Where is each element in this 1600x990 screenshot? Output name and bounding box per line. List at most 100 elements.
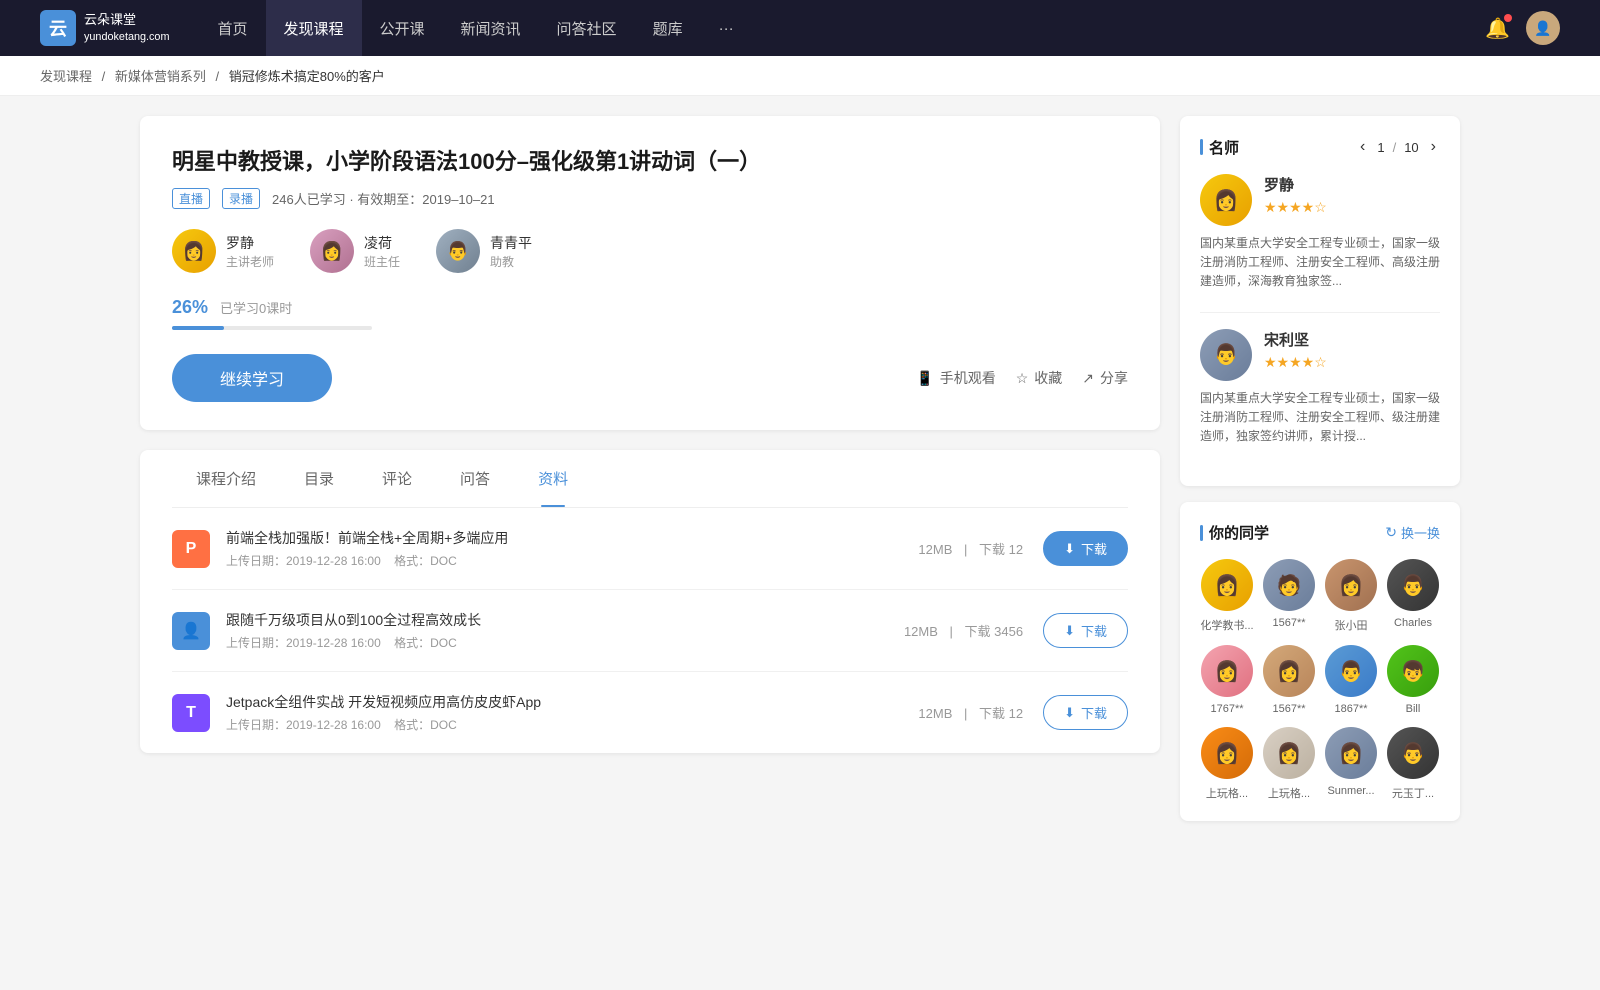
nav-news[interactable]: 新闻资讯 bbox=[443, 0, 539, 56]
classmate-avatar-0: 👩 bbox=[1201, 559, 1253, 611]
progress-bar-fill bbox=[172, 326, 224, 330]
notification-dot bbox=[1504, 14, 1512, 22]
course-meta-text: 246人已学习 · 有效期至：2019–10–21 bbox=[272, 189, 495, 208]
teachers-next-arrow[interactable]: › bbox=[1427, 136, 1440, 158]
res-downloads-0: 下载 12 bbox=[979, 542, 1023, 557]
classmate-3: 👨 Charles bbox=[1386, 559, 1440, 633]
user-avatar-nav[interactable]: 👤 bbox=[1526, 11, 1560, 45]
course-title: 明星中教授课，小学阶段语法100分–强化级第1讲动词（一） bbox=[172, 144, 1128, 176]
classmate-name-7: Bill bbox=[1386, 703, 1440, 715]
nav-right: 🔔 👤 bbox=[1485, 11, 1560, 45]
teacher-card-stars-1: ★★★★☆ bbox=[1264, 354, 1327, 371]
res-date-1: 上传日期：2019-12-28 16:00 bbox=[226, 636, 381, 650]
teacher-card-desc-1: 国内某重点大学安全工程专业硕士，国家一级注册消防工程师、注册安全工程师、级注册建… bbox=[1200, 389, 1440, 447]
teacher-card-avatar-0: 👩 bbox=[1200, 174, 1252, 226]
classmate-10: 👩 Sunmer... bbox=[1324, 727, 1378, 801]
tabs-section: 课程介绍 目录 评论 问答 资料 P 前端全栈加强版！前端全栈+全周期+多端应用… bbox=[140, 450, 1160, 753]
tab-intro[interactable]: 课程介绍 bbox=[172, 450, 280, 507]
classmate-name-4: 1767** bbox=[1200, 703, 1254, 715]
teacher-card-avatar-1: 👨 bbox=[1200, 329, 1252, 381]
teacher-card-header-1: 👨 宋利坚 ★★★★☆ bbox=[1200, 329, 1440, 381]
classmate-name-11: 元玉丁... bbox=[1386, 785, 1440, 801]
teachers-total: 10 bbox=[1404, 140, 1418, 155]
classmate-name-10: Sunmer... bbox=[1324, 785, 1378, 797]
classmate-5: 👩 1567** bbox=[1262, 645, 1316, 715]
mobile-watch-button[interactable]: 📱 手机观看 bbox=[916, 368, 995, 388]
res-title-1: 跟随千万级项目从0到100全过程高效成长 bbox=[226, 610, 884, 630]
bell-icon[interactable]: 🔔 bbox=[1485, 16, 1510, 41]
classmate-0: 👩 化学教书... bbox=[1200, 559, 1254, 633]
classmates-grid: 👩 化学教书... 🧑 1567** 👩 张小田 👨 Charles 👩 bbox=[1200, 559, 1440, 801]
classmate-avatar-4: 👩 bbox=[1201, 645, 1253, 697]
continue-button[interactable]: 继续学习 bbox=[172, 354, 332, 402]
classmate-avatar-9: 👩 bbox=[1263, 727, 1315, 779]
nav-quiz[interactable]: 题库 bbox=[635, 0, 701, 56]
nav-home[interactable]: 首页 bbox=[199, 0, 265, 56]
nav-open[interactable]: 公开课 bbox=[362, 0, 443, 56]
nav-more[interactable]: ··· bbox=[701, 0, 752, 56]
collect-button[interactable]: ☆ 收藏 bbox=[1016, 368, 1063, 388]
nav-discover[interactable]: 发现课程 bbox=[266, 0, 362, 56]
refresh-classmates-button[interactable]: ↻ 换一换 bbox=[1385, 523, 1440, 542]
logo[interactable]: 云 云朵课堂yundoketang.com bbox=[40, 10, 169, 46]
res-meta-2: 上传日期：2019-12-28 16:00 格式：DOC bbox=[226, 716, 898, 733]
download-btn-2[interactable]: ⬇ 下载 bbox=[1043, 695, 1128, 730]
res-stats-2: 12MB | 下载 12 bbox=[914, 703, 1027, 722]
download-btn-0[interactable]: ⬇ 下载 bbox=[1043, 531, 1128, 566]
classmate-avatar-2: 👩 bbox=[1325, 559, 1377, 611]
download-btn-1[interactable]: ⬇ 下载 bbox=[1043, 613, 1128, 648]
share-label: 分享 bbox=[1100, 368, 1128, 388]
teacher-card-stars-0: ★★★★☆ bbox=[1264, 199, 1327, 216]
teachers-page: 1 bbox=[1377, 140, 1384, 155]
classmate-name-2: 张小田 bbox=[1324, 617, 1378, 633]
res-date-0: 上传日期：2019-12-28 16:00 bbox=[226, 554, 381, 568]
download-label-0: 下载 bbox=[1081, 539, 1107, 558]
res-info-0: 前端全栈加强版！前端全栈+全周期+多端应用 上传日期：2019-12-28 16… bbox=[226, 528, 898, 569]
classmate-name-9: 上玩格... bbox=[1262, 785, 1316, 801]
teacher-role-2: 助教 bbox=[490, 253, 532, 270]
res-stats-0: 12MB | 下载 12 bbox=[914, 539, 1027, 558]
teachers-prev-arrow[interactable]: ‹ bbox=[1356, 136, 1369, 158]
teacher-info-0: 罗静 主讲老师 bbox=[226, 233, 274, 270]
tab-review[interactable]: 评论 bbox=[358, 450, 436, 507]
navbar: 云 云朵课堂yundoketang.com 首页 发现课程 公开课 新闻资讯 问… bbox=[0, 0, 1600, 56]
course-card: 明星中教授课，小学阶段语法100分–强化级第1讲动词（一） 直播 录播 246人… bbox=[140, 116, 1160, 430]
classmate-avatar-7: 👦 bbox=[1387, 645, 1439, 697]
refresh-icon: ↻ bbox=[1385, 524, 1397, 541]
download-icon-1: ⬇ bbox=[1064, 623, 1075, 639]
teacher-card-name-0: 罗静 bbox=[1264, 174, 1327, 195]
tab-resource[interactable]: 资料 bbox=[514, 450, 592, 507]
teachers-list: 👩 罗静 主讲老师 👩 凌荷 班主任 👨 青青平 bbox=[172, 229, 1128, 273]
badge-record: 录播 bbox=[222, 188, 260, 209]
classmate-avatar-1: 🧑 bbox=[1263, 559, 1315, 611]
progress-pct: 26% bbox=[172, 297, 208, 318]
res-sep-1: | bbox=[950, 624, 957, 639]
teachers-panel: 名师 ‹ 1/10 › 👩 罗静 ★★★★☆ 国内某重点大学安全工程专业硕士，国… bbox=[1180, 116, 1460, 486]
teachers-panel-title: 名师 bbox=[1200, 137, 1239, 158]
teacher-item-2: 👨 青青平 助教 bbox=[436, 229, 532, 273]
tab-catalog[interactable]: 目录 bbox=[280, 450, 358, 507]
left-content: 明星中教授课，小学阶段语法100分–强化级第1讲动词（一） 直播 录播 246人… bbox=[140, 116, 1160, 837]
right-sidebar: 名师 ‹ 1/10 › 👩 罗静 ★★★★☆ 国内某重点大学安全工程专业硕士，国… bbox=[1180, 116, 1460, 837]
breadcrumb-item-2[interactable]: 新媒体营销系列 bbox=[115, 69, 206, 84]
teacher-card-info-1: 宋利坚 ★★★★☆ bbox=[1264, 329, 1327, 371]
res-date-2: 上传日期：2019-12-28 16:00 bbox=[226, 718, 381, 732]
classmate-name-8: 上玩格... bbox=[1200, 785, 1254, 801]
progress-sub: 已学习0课时 bbox=[220, 298, 292, 317]
teacher-card-header-0: 👩 罗静 ★★★★☆ bbox=[1200, 174, 1440, 226]
teachers-panel-header: 名师 ‹ 1/10 › bbox=[1200, 136, 1440, 158]
classmate-9: 👩 上玩格... bbox=[1262, 727, 1316, 801]
share-icon: ↗ bbox=[1082, 370, 1094, 387]
classmates-panel-title: 你的同学 bbox=[1200, 522, 1269, 543]
nav-qa[interactable]: 问答社区 bbox=[539, 0, 635, 56]
share-button[interactable]: ↗ 分享 bbox=[1082, 368, 1128, 388]
logo-icon: 云 bbox=[40, 10, 76, 46]
tab-qa[interactable]: 问答 bbox=[436, 450, 514, 507]
mobile-icon: 📱 bbox=[916, 370, 933, 387]
breadcrumb-item-1[interactable]: 发现课程 bbox=[40, 69, 92, 84]
classmate-avatar-3: 👨 bbox=[1387, 559, 1439, 611]
teacher-info-2: 青青平 助教 bbox=[490, 233, 532, 270]
res-title-0: 前端全栈加强版！前端全栈+全周期+多端应用 bbox=[226, 528, 898, 548]
teacher-avatar-2: 👨 bbox=[436, 229, 480, 273]
teacher-avatar-0: 👩 bbox=[172, 229, 216, 273]
